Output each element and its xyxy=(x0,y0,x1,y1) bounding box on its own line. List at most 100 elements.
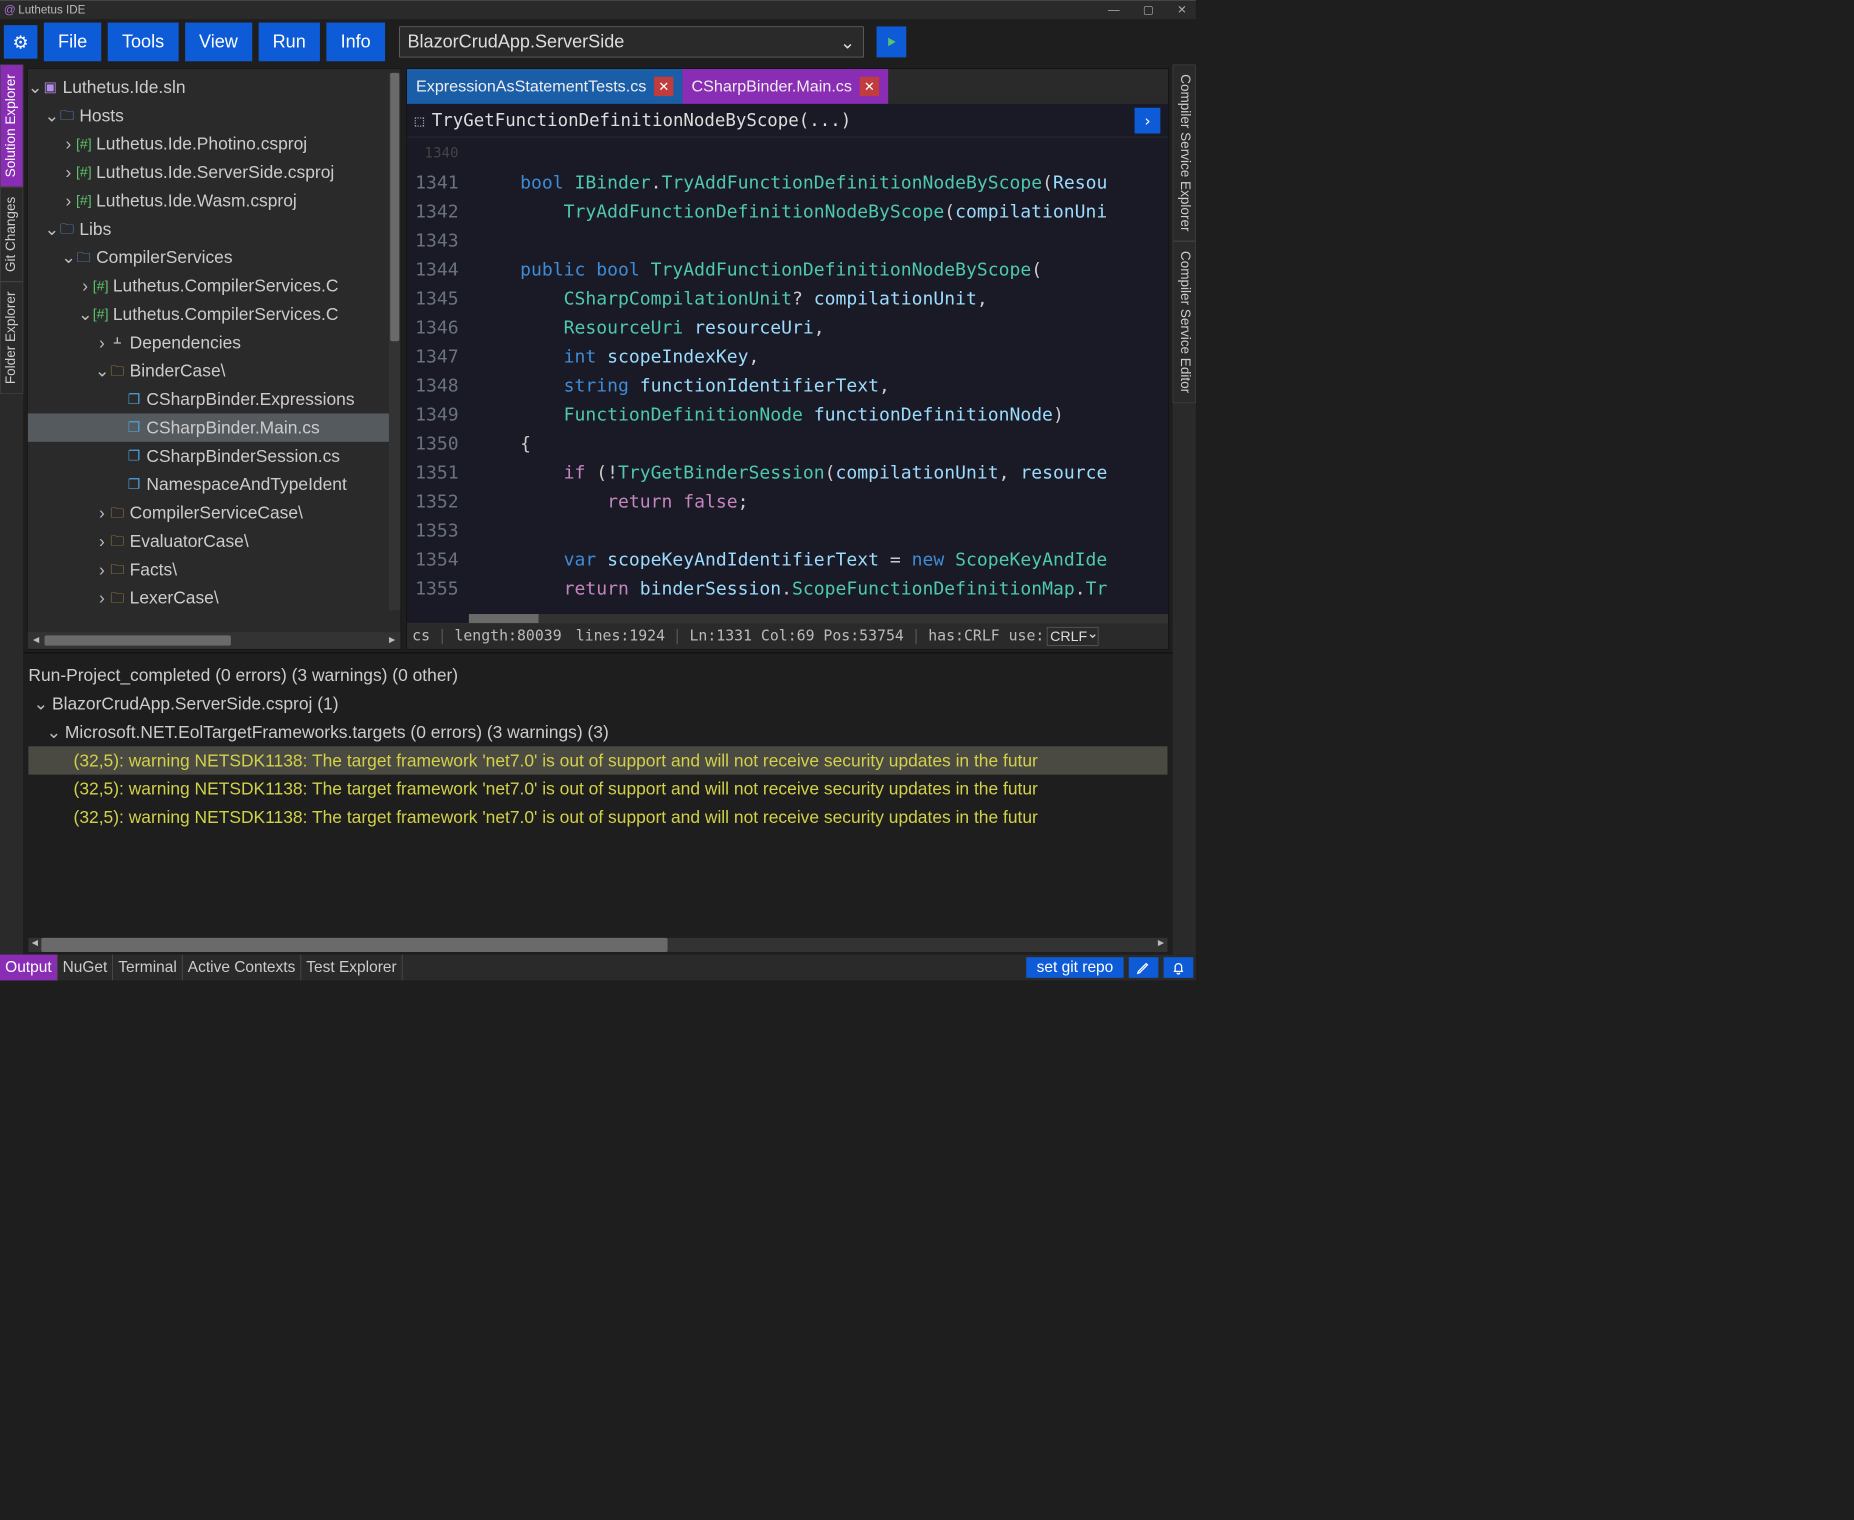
tree-row[interactable]: ❐CSharpBinderSession.cs xyxy=(28,442,401,470)
tree-row[interactable]: ›[#]Luthetus.Ide.Photino.csproj xyxy=(28,130,401,158)
tree-row[interactable]: ⌄🗀BinderCase\ xyxy=(28,357,401,385)
code-editor[interactable]: 1340134113421343134413451346134713481349… xyxy=(407,137,1168,623)
bottom-tab-active-contexts[interactable]: Active Contexts xyxy=(183,955,302,981)
titlebar: @ Luthetus IDE — ▢ ✕ xyxy=(0,0,1196,19)
chevron-icon: ⌄ xyxy=(61,243,75,271)
rail-tab-folder-explorer[interactable]: Folder Explorer xyxy=(0,282,23,394)
rail-tab-compiler-service-editor[interactable]: Compiler Service Editor xyxy=(1173,241,1196,403)
tab-label: CSharpBinder.Main.cs xyxy=(692,77,852,96)
line-gutter: 1340134113421343134413451346134713481349… xyxy=(407,137,469,623)
bottombar: OutputNuGetTerminalActive ContextsTest E… xyxy=(0,955,1196,981)
menu-tools[interactable]: Tools xyxy=(108,23,179,62)
tree-row[interactable]: ❐CSharpBinder.Expressions xyxy=(28,385,401,413)
tree-row[interactable]: ❐CSharpBinder.Main.cs xyxy=(28,413,401,441)
status-eol-select[interactable]: CRLF xyxy=(1047,627,1099,646)
play-icon xyxy=(885,35,898,48)
chevron-icon: › xyxy=(61,130,75,158)
tree-row[interactable]: ⌄🗀CompilerServices xyxy=(28,243,401,271)
method-icon: ⬚ xyxy=(415,111,424,129)
bottom-tab-output[interactable]: Output xyxy=(0,955,57,981)
editor-tab[interactable]: CSharpBinder.Main.cs ✕ xyxy=(682,69,888,104)
chevron-icon: ⌄ xyxy=(78,300,92,328)
tree-row[interactable]: ⌄🗀Hosts xyxy=(28,101,401,129)
output-targets[interactable]: Microsoft.NET.EolTargetFrameworks.target… xyxy=(65,722,609,741)
ico-csproj-icon: [#] xyxy=(75,158,92,186)
window-minimize[interactable]: — xyxy=(1103,2,1125,18)
menu-view[interactable]: View xyxy=(185,23,252,62)
chevron-icon: ⌄ xyxy=(45,215,59,243)
ico-fldo-icon: 🗀 xyxy=(109,499,126,527)
chevron-down-icon: ⌄ xyxy=(840,31,855,52)
chevron-icon: ⌄ xyxy=(95,357,109,385)
notifications-button[interactable] xyxy=(1164,957,1194,978)
rail-tab-git-changes[interactable]: Git Changes xyxy=(0,187,23,282)
tree-row[interactable]: ›[#]Luthetus.Ide.Wasm.csproj xyxy=(28,186,401,214)
output-warning[interactable]: (32,5): warning NETSDK1138: The target f… xyxy=(28,803,1167,831)
chevron-icon: ⌄ xyxy=(45,101,59,129)
tree-label: Libs xyxy=(79,215,111,243)
tree-row[interactable]: ›🗀CompilerServiceCase\ xyxy=(28,499,401,527)
ico-csproj-icon: [#] xyxy=(75,186,92,214)
ico-fld-icon: 🗀 xyxy=(75,243,92,271)
menu-info[interactable]: Info xyxy=(326,23,385,62)
menu-file[interactable]: File xyxy=(44,23,101,62)
tab-close-button[interactable]: ✕ xyxy=(654,77,673,96)
breadcrumb-go-button[interactable]: › xyxy=(1135,107,1161,133)
ico-cs-icon: ❐ xyxy=(126,442,143,470)
window-maximize[interactable]: ▢ xyxy=(1138,2,1159,18)
output-warning[interactable]: (32,5): warning NETSDK1138: The target f… xyxy=(28,775,1167,803)
output-project[interactable]: BlazorCrudApp.ServerSide.csproj (1) xyxy=(52,694,339,713)
set-git-repo-button[interactable]: set git repo xyxy=(1026,957,1123,978)
output-hscrollbar[interactable]: ◄ ► xyxy=(28,938,1167,952)
tree-label: CompilerServiceCase\ xyxy=(130,499,303,527)
tree-label: Hosts xyxy=(79,101,124,129)
rail-tab-compiler-service-explorer[interactable]: Compiler Service Explorer xyxy=(1173,65,1196,242)
chevron-icon: › xyxy=(95,584,109,612)
bottom-tab-test-explorer[interactable]: Test Explorer xyxy=(301,955,402,981)
tree-label: Facts\ xyxy=(130,555,177,583)
code-content[interactable]: bool IBinder.TryAddFunctionDefinitionNod… xyxy=(469,137,1168,623)
tree-label: Luthetus.Ide.sln xyxy=(63,73,186,101)
tree-row[interactable]: ⌄▣Luthetus.Ide.sln xyxy=(28,73,401,101)
menubar: ⚙ FileToolsViewRunInfo BlazorCrudApp.Ser… xyxy=(0,19,1196,64)
tree-row[interactable]: ›[#]Luthetus.Ide.ServerSide.csproj xyxy=(28,158,401,186)
tree-row[interactable]: ❐NamespaceAndTypeIdent xyxy=(28,470,401,498)
explorer-hscrollbar[interactable]: ◄ ► xyxy=(28,632,401,649)
ico-csproj-icon: [#] xyxy=(75,130,92,158)
editor-hscrollbar[interactable] xyxy=(469,614,1168,623)
tree-row[interactable]: ›ᚆDependencies xyxy=(28,328,401,356)
output-panel: Run-Project_completed (0 errors) (3 warn… xyxy=(23,652,1172,955)
ico-cs-icon: ❐ xyxy=(126,413,143,441)
rail-tab-solution-explorer[interactable]: Solution Explorer xyxy=(0,65,23,187)
bottom-tab-nuget[interactable]: NuGet xyxy=(57,955,113,981)
tree-row[interactable]: ⌄🗀Libs xyxy=(28,215,401,243)
editor-panel: ExpressionAsStatementTests.cs✕CSharpBind… xyxy=(406,68,1168,649)
ico-sln-icon: ▣ xyxy=(42,73,59,101)
ico-fld-icon: 🗀 xyxy=(59,101,76,129)
status-lines: lines:1924 xyxy=(576,628,665,645)
tree-row[interactable]: ›🗀Facts\ xyxy=(28,555,401,583)
startup-project-select[interactable]: BlazorCrudApp.ServerSide ⌄ xyxy=(399,26,863,57)
editor-breadcrumb[interactable]: ⬚ TryGetFunctionDefinitionNodeByScope(..… xyxy=(407,104,1168,138)
right-rail: Compiler Service ExplorerCompiler Servic… xyxy=(1173,65,1196,955)
ico-dep-icon: ᚆ xyxy=(109,328,126,356)
window-close[interactable]: ✕ xyxy=(1172,2,1192,18)
output-warning[interactable]: (32,5): warning NETSDK1138: The target f… xyxy=(28,746,1167,774)
chevron-icon: › xyxy=(95,527,109,555)
settings-button[interactable]: ⚙ xyxy=(4,25,38,59)
explorer-vscrollbar[interactable] xyxy=(389,73,401,610)
chevron-icon: › xyxy=(95,499,109,527)
tree-row[interactable]: ⌄[#]Luthetus.CompilerServices.C xyxy=(28,300,401,328)
tree-row[interactable]: ›🗀EvaluatorCase\ xyxy=(28,527,401,555)
tree-label: NamespaceAndTypeIdent xyxy=(146,470,346,498)
run-button[interactable] xyxy=(876,26,906,57)
menu-run[interactable]: Run xyxy=(258,23,320,62)
bottom-tab-terminal[interactable]: Terminal xyxy=(113,955,182,981)
edit-button[interactable] xyxy=(1129,957,1159,978)
tree-row[interactable]: ›🗀LexerCase\ xyxy=(28,584,401,612)
chevron-icon: › xyxy=(78,272,92,300)
solution-explorer-panel: ⌄▣Luthetus.Ide.sln⌄🗀Hosts›[#]Luthetus.Id… xyxy=(27,68,401,649)
editor-tab[interactable]: ExpressionAsStatementTests.cs✕ xyxy=(407,69,682,104)
tree-row[interactable]: ›[#]Luthetus.CompilerServices.C xyxy=(28,272,401,300)
tab-close-button[interactable]: ✕ xyxy=(860,77,879,96)
